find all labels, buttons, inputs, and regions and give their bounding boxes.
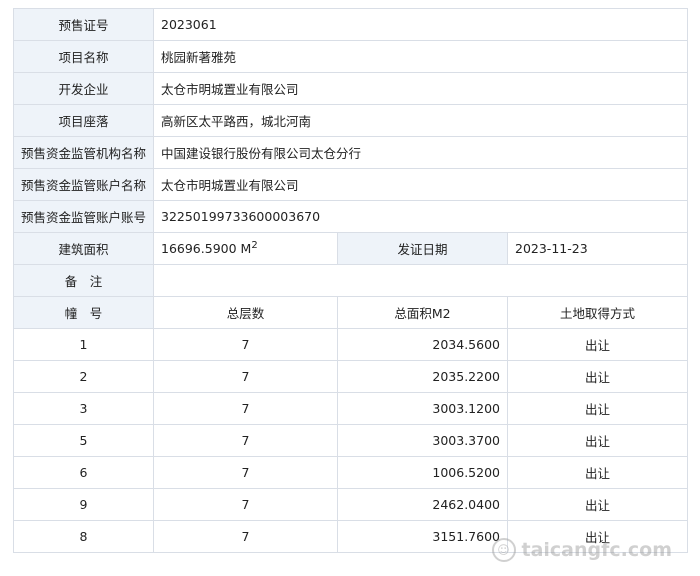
supervisor-org-label: 预售资金监管机构名称 (13, 136, 154, 169)
cell-floors: 7 (153, 328, 338, 361)
table-row: 5 7 3003.3700 出让 (13, 424, 689, 457)
cell-building-no: 9 (13, 488, 154, 521)
cell-total-area: 3151.7600 (337, 520, 508, 553)
location-label: 项目座落 (13, 104, 154, 137)
row-account-no: 预售资金监管账户账号 32250199733600003670 (13, 200, 689, 233)
cell-floors: 7 (153, 360, 338, 393)
project-name-label: 项目名称 (13, 40, 154, 73)
table-row: 8 7 3151.7600 出让 (13, 520, 689, 553)
row-area-date: 建筑面积 16696.5900 M2 发证日期 2023-11-23 (13, 232, 689, 265)
table-row: 2 7 2035.2200 出让 (13, 360, 689, 393)
building-rows: 1 7 2034.5600 出让 2 7 2035.2200 出让 3 7 3003.1200 出让 5… (13, 328, 689, 553)
row-developer: 开发企业 太仓市明城置业有限公司 (13, 72, 689, 105)
cell-building-no: 5 (13, 424, 154, 457)
area-value-cell: 16696.5900 M2 (153, 232, 338, 265)
row-remark: 备 注 (13, 264, 689, 297)
cell-building-no: 3 (13, 392, 154, 425)
cell-floors: 7 (153, 456, 338, 489)
cell-building-no: 8 (13, 520, 154, 553)
row-project-name: 项目名称 桃园新著雅苑 (13, 40, 689, 73)
cell-building-no: 2 (13, 360, 154, 393)
cell-total-area: 2035.2200 (337, 360, 508, 393)
area-label: 建筑面积 (13, 232, 154, 265)
col-header-land-method: 土地取得方式 (506, 296, 689, 329)
area-value: 16696.5900 (161, 241, 237, 256)
table-row: 6 7 1006.5200 出让 (13, 456, 689, 489)
table-row: 3 7 3003.1200 出让 (13, 392, 689, 425)
developer-value: 太仓市明城置业有限公司 (152, 72, 689, 105)
row-supervisor-org: 预售资金监管机构名称 中国建设银行股份有限公司太仓分行 (13, 136, 689, 169)
buildings-header-row: 幢 号 总层数 总面积M2 土地取得方式 (13, 296, 689, 329)
cell-land-method: 出让 (506, 360, 689, 393)
cell-building-no: 6 (13, 456, 154, 489)
cell-land-method: 出让 (506, 392, 689, 425)
permit-no-label: 预售证号 (13, 8, 154, 41)
account-no-label: 预售资金监管账户账号 (13, 200, 154, 233)
area-unit: M (240, 241, 252, 256)
account-no-value: 32250199733600003670 (152, 200, 689, 233)
row-account-name: 预售资金监管账户名称 太仓市明城置业有限公司 (13, 168, 689, 201)
row-permit-no: 预售证号 2023061 (13, 8, 689, 41)
cell-land-method: 出让 (506, 456, 689, 489)
col-header-building-no: 幢 号 (13, 296, 154, 329)
cell-total-area: 3003.3700 (337, 424, 508, 457)
row-location: 项目座落 高新区太平路西，城北河南 (13, 104, 689, 137)
account-name-label: 预售资金监管账户名称 (13, 168, 154, 201)
project-name-value: 桃园新著雅苑 (152, 40, 689, 73)
remark-label: 备 注 (13, 264, 154, 297)
table-row: 1 7 2034.5600 出让 (13, 328, 689, 361)
cell-land-method: 出让 (506, 328, 689, 361)
cell-total-area: 2462.0400 (337, 488, 508, 521)
cell-total-area: 2034.5600 (337, 328, 508, 361)
remark-value (152, 264, 689, 297)
cell-floors: 7 (153, 488, 338, 521)
supervisor-org-value: 中国建设银行股份有限公司太仓分行 (152, 136, 689, 169)
cell-total-area: 1006.5200 (337, 456, 508, 489)
cell-floors: 7 (153, 424, 338, 457)
developer-label: 开发企业 (13, 72, 154, 105)
issue-date-value: 2023-11-23 (506, 232, 689, 265)
issue-date-label: 发证日期 (337, 232, 508, 265)
cell-land-method: 出让 (506, 520, 689, 553)
table-row: 9 7 2462.0400 出让 (13, 488, 689, 521)
area-unit-sup: 2 (251, 239, 258, 251)
cell-land-method: 出让 (506, 424, 689, 457)
cell-total-area: 3003.1200 (337, 392, 508, 425)
account-name-value: 太仓市明城置业有限公司 (152, 168, 689, 201)
cell-floors: 7 (153, 520, 338, 553)
col-header-total-area: 总面积M2 (337, 296, 508, 329)
cell-land-method: 出让 (506, 488, 689, 521)
col-header-floors: 总层数 (153, 296, 338, 329)
permit-no-value: 2023061 (152, 8, 689, 41)
presale-permit-table: 预售证号 2023061 项目名称 桃园新著雅苑 开发企业 太仓市明城置业有限公… (13, 8, 689, 553)
cell-floors: 7 (153, 392, 338, 425)
location-value: 高新区太平路西，城北河南 (152, 104, 689, 137)
cell-building-no: 1 (13, 328, 154, 361)
